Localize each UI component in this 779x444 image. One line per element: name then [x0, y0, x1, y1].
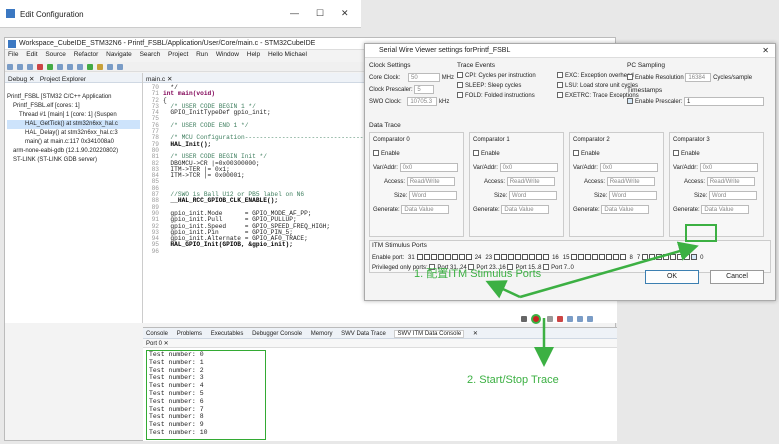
arrow-to-port0	[519, 241, 699, 299]
annotation-overlay	[485, 241, 699, 367]
step2-annotation: 2. Start/Stop Trace	[467, 374, 559, 386]
arrow-to-dialog	[485, 280, 521, 299]
step1-annotation: 1. 配置ITM Stimulus Ports	[414, 268, 542, 280]
